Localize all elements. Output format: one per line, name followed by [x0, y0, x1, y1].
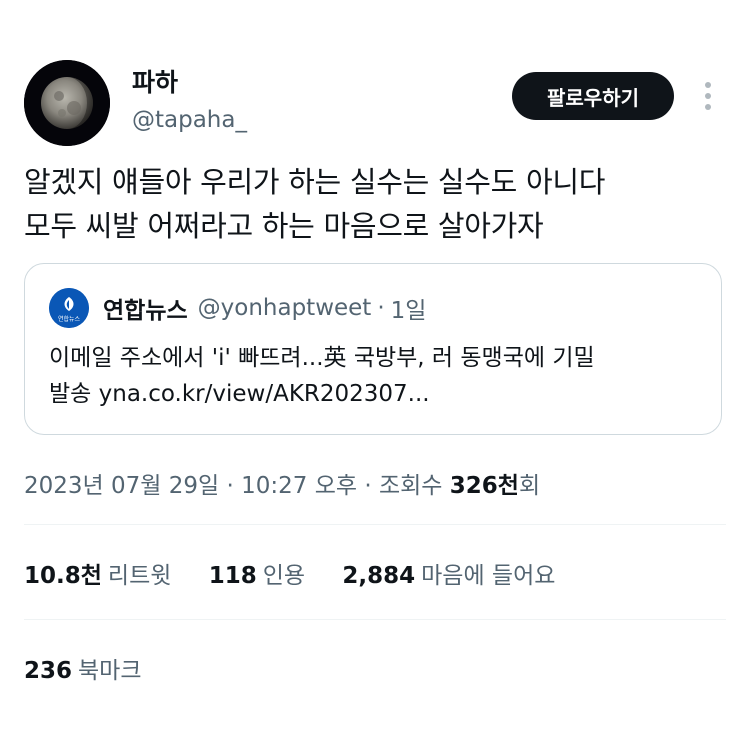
bookmarks-label[interactable]: 북마크 — [78, 658, 141, 684]
tweet-time[interactable]: 10:27 오후 — [241, 473, 357, 499]
tweet-header: 파하 @tapaha_ 팔로우하기 — [24, 58, 726, 148]
moon-avatar-icon — [24, 60, 110, 146]
tweet-text-line: 알겠지 얘들아 우리가 하는 실수는 실수도 아니다 — [24, 165, 606, 199]
quote-time[interactable]: 1일 — [391, 291, 427, 325]
engagement-stats: 10.8천 리트윗 118 인용 2,884 마음에 들어요 — [24, 556, 585, 590]
quote-author-handle[interactable]: @yonhaptweet — [198, 295, 372, 321]
retweets-count[interactable]: 10.8천 — [24, 563, 102, 589]
quote-avatar-text: 연합뉴스 — [58, 315, 81, 323]
quoted-tweet-header: 연합뉴스 연합뉴스 @yonhaptweet · 1일 — [49, 288, 426, 328]
quotes-label[interactable]: 인용 — [263, 563, 305, 589]
views-label: 조회수 — [378, 473, 443, 499]
author-avatar[interactable] — [24, 60, 110, 146]
more-vertical-icon — [705, 82, 711, 110]
meta-separator: · — [226, 473, 234, 499]
yonhap-logo-icon: 연합뉴스 — [49, 288, 89, 328]
divider — [24, 619, 726, 620]
quote-text-line: 이메일 주소에서 'i' 빠뜨려...英 국방부, 러 동맹국에 기밀 — [49, 345, 595, 371]
quote-author-name[interactable]: 연합뉴스 — [103, 291, 188, 325]
tweet-text-line: 모두 씨발 어쩌라고 하는 마음으로 살아가자 — [24, 209, 544, 243]
views-count: 326천 — [449, 473, 519, 499]
user-info: 파하 @tapaha_ — [132, 68, 247, 136]
retweets-label[interactable]: 리트윗 — [108, 563, 171, 589]
tweet-meta: 2023년 07월 29일 · 10:27 오후 · 조회수 326천회 — [24, 466, 540, 500]
tweet-text: 알겠지 얘들아 우리가 하는 실수는 실수도 아니다 모두 씨발 어쩌라고 하는… — [24, 160, 724, 248]
quote-author-avatar[interactable]: 연합뉴스 — [49, 288, 89, 328]
quote-text-line: 발송 yna.co.kr/view/AKR202307... — [49, 381, 430, 407]
quotes-count[interactable]: 118 — [209, 563, 257, 589]
quoted-tweet-card[interactable]: 연합뉴스 연합뉴스 @yonhaptweet · 1일 이메일 주소에서 'i'… — [24, 263, 722, 435]
bookmark-stats: 236 북마크 — [24, 651, 172, 685]
divider — [24, 524, 726, 525]
likes-count[interactable]: 2,884 — [342, 563, 415, 589]
user-handle[interactable]: @tapaha_ — [132, 104, 247, 136]
tweet-date[interactable]: 2023년 07월 29일 — [24, 473, 219, 499]
meta-separator: · — [364, 473, 372, 499]
likes-label[interactable]: 마음에 들어요 — [421, 563, 555, 589]
bookmarks-count[interactable]: 236 — [24, 658, 72, 684]
display-name[interactable]: 파하 — [132, 68, 247, 98]
more-options-button[interactable] — [696, 78, 720, 114]
quote-separator: · — [377, 295, 385, 321]
quoted-tweet-text: 이메일 주소에서 'i' 빠뜨려...英 국방부, 러 동맹국에 기밀 발송 y… — [49, 340, 709, 412]
views-suffix: 회 — [518, 473, 541, 499]
follow-button[interactable]: 팔로우하기 — [512, 72, 674, 120]
